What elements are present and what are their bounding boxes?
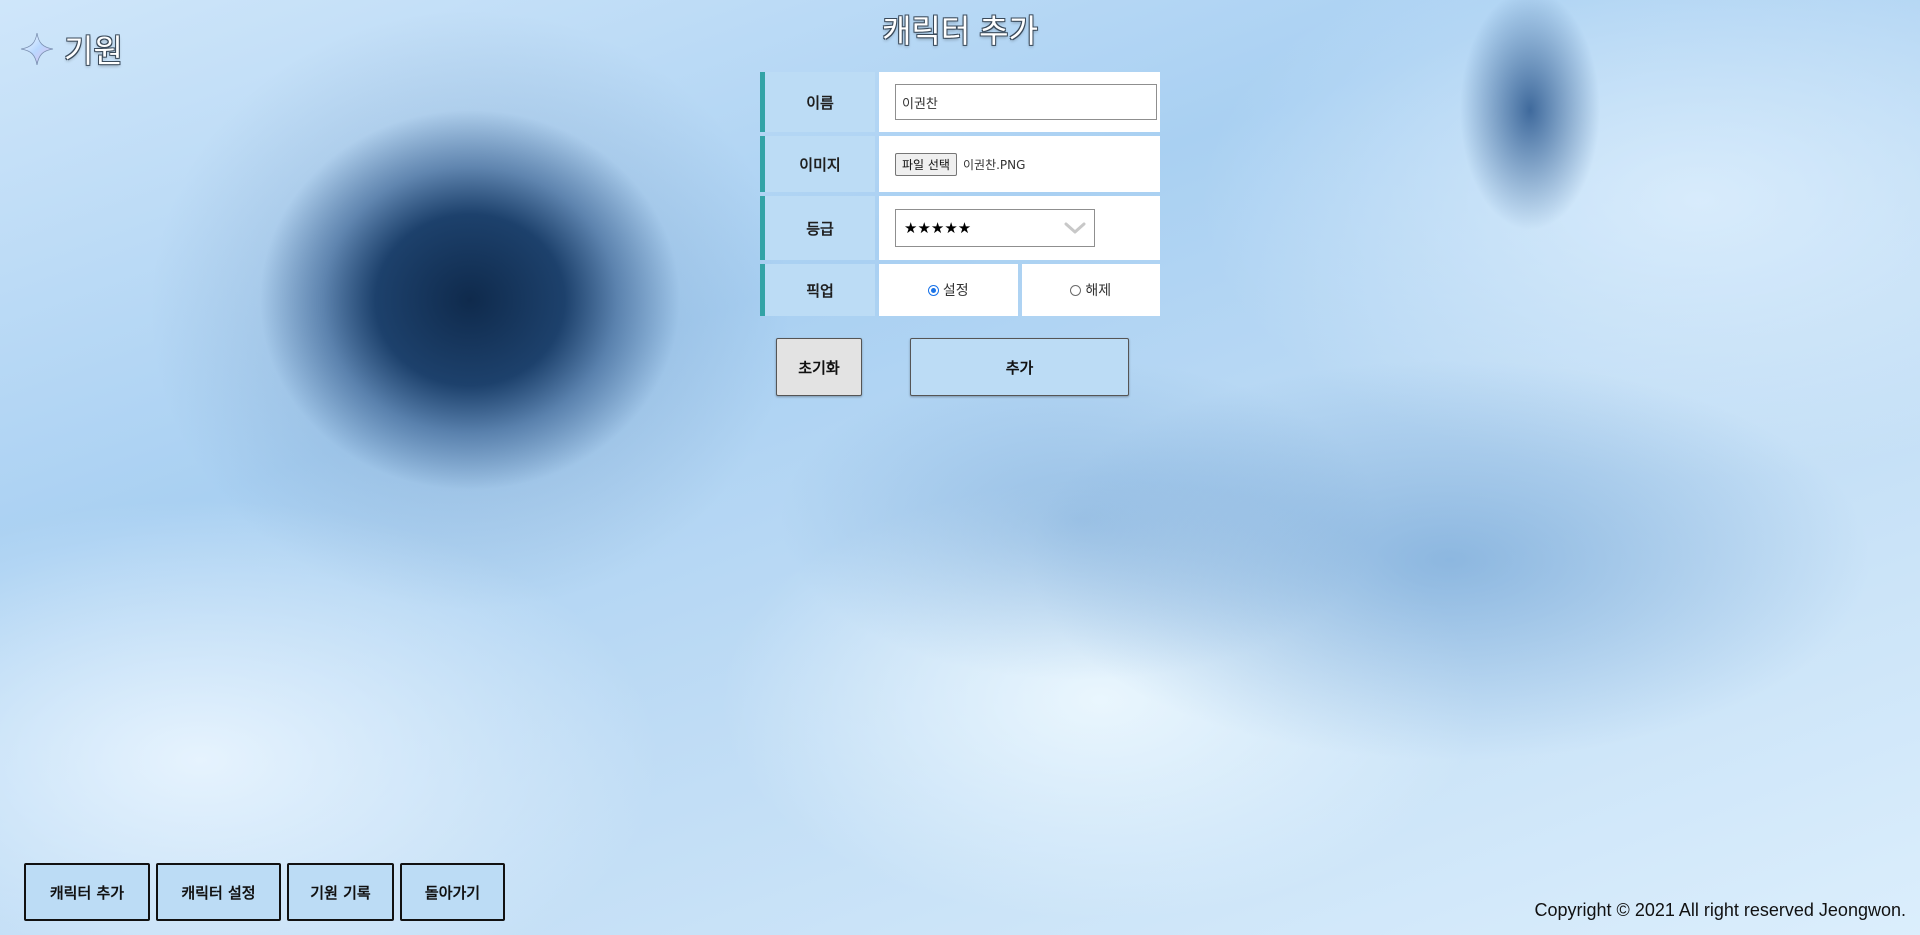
page-title: 캐릭터 추가 [881,13,1039,49]
grade-selected-value: ★★★★★ [904,219,972,237]
file-input: 파일 선택 이권찬.PNG [895,152,1026,176]
pickup-unset-radio[interactable] [1070,284,1082,296]
nav-add-character-button[interactable]: 캐릭터 추가 [24,863,150,921]
name-cell [879,72,1160,132]
add-button[interactable]: 추가 [910,338,1129,396]
bottom-nav: 캐릭터 추가 캐릭터 설정 기원 기록 돌아가기 [24,863,505,921]
pickup-label: 픽업 [760,264,875,316]
grade-label: 등급 [760,196,875,260]
nav-back-button[interactable]: 돌아가기 [400,863,505,921]
copyright-text: Copyright © 2021 All right reserved Jeon… [1534,900,1906,920]
pickup-set-label: 설정 [942,283,969,299]
name-label: 이름 [760,72,875,132]
file-select-button[interactable]: 파일 선택 [895,152,957,176]
pickup-set-radio[interactable] [927,284,939,296]
chevron-down-icon [1064,222,1086,234]
image-cell: 파일 선택 이권찬.PNG [879,136,1160,192]
image-label: 이미지 [760,136,875,192]
character-form: 이름 이미지 파일 선택 이권찬.PNG 등급 ★★★★★ 픽업 [760,72,1160,320]
image-row: 이미지 파일 선택 이권찬.PNG [760,136,1160,192]
reset-button[interactable]: 초기화 [776,338,862,396]
pickup-unset-option[interactable]: 해제 [1021,264,1160,316]
grade-select[interactable]: ★★★★★ [895,209,1095,247]
pickup-unset-label: 해제 [1085,283,1112,299]
pickup-row: 픽업 설정 해제 [760,264,1160,316]
name-input[interactable] [895,84,1157,120]
grade-cell: ★★★★★ [879,196,1160,260]
nav-character-settings-button[interactable]: 캐릭터 설정 [156,863,281,921]
file-name: 이권찬.PNG [962,157,1026,172]
grade-row: 등급 ★★★★★ [760,196,1160,260]
nav-wish-history-button[interactable]: 기원 기록 [287,863,394,921]
pickup-set-option[interactable]: 설정 [879,264,1018,316]
name-row: 이름 [760,72,1160,132]
pickup-options: 설정 해제 [879,264,1160,316]
